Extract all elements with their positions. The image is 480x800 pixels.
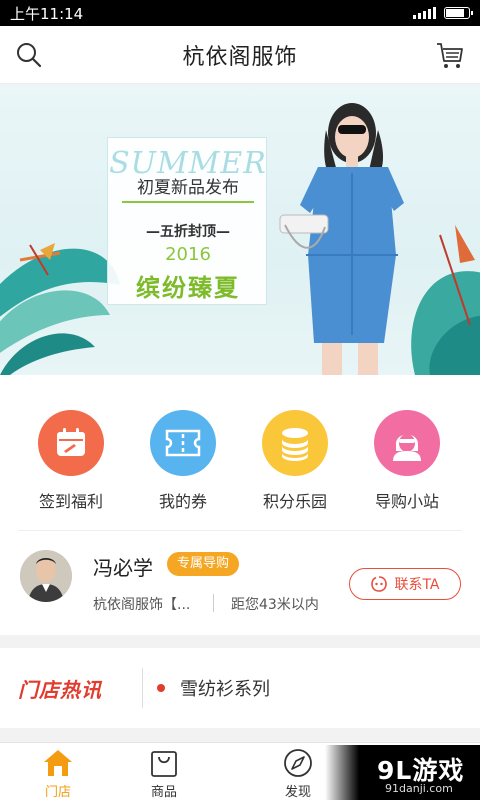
quick-menu-label: 积分乐园 [262, 492, 327, 511]
quick-menu-label: 导购小站 [374, 492, 439, 511]
bullet-dot [157, 684, 165, 692]
quick-menu-coupons[interactable]: 我的券 [128, 410, 238, 512]
news-headline[interactable]: 雪纺衫系列 [180, 675, 270, 701]
search-icon[interactable] [14, 40, 44, 70]
coin-stack-icon [262, 410, 328, 476]
guide-name: 冯必学 [93, 556, 153, 580]
battery-icon [444, 7, 473, 19]
divider [213, 594, 214, 612]
status-time: 上午11:14 [10, 4, 84, 23]
quick-menu-checkin[interactable]: 签到福利 [16, 410, 126, 512]
contact-label: 联系TA [394, 577, 440, 593]
ticket-icon [150, 410, 216, 476]
battery-level [446, 9, 464, 17]
promo-slogan: 缤纷臻夏 [136, 274, 240, 302]
divider [142, 668, 143, 708]
promo-year: 2016 [165, 244, 211, 265]
guide-store: 杭依阁服饰【... [93, 597, 191, 613]
promo-banner[interactable]: SUMMER 初夏新品发布 —五折封顶— 2016 缤纷臻夏 [0, 85, 480, 375]
quick-menu: 签到福利 我的券 积分乐园 导购小站 [0, 375, 480, 530]
quick-menu-points[interactable]: 积分乐园 [240, 410, 350, 512]
guide-distance: 距您43米以内 [231, 597, 319, 613]
promo-title: 初夏新品发布 [122, 173, 254, 203]
quick-menu-label: 我的券 [158, 492, 207, 511]
guide-badge: 专属导购 [167, 552, 240, 576]
shopping-guide-card: 冯必学 专属导购 杭依阁服饰【... 距您43米以内 联系TA [0, 530, 480, 635]
tab-products[interactable]: 商品 [124, 747, 204, 800]
promo-card: SUMMER 初夏新品发布 —五折封顶— 2016 缤纷臻夏 [107, 137, 267, 305]
promo-subtitle: —五折封顶— [146, 224, 230, 240]
tab-label: 商品 [150, 785, 177, 800]
status-bar: 上午11:14 [0, 0, 480, 26]
signal-icon [413, 7, 436, 19]
shopping-bag-icon [151, 751, 177, 777]
avatar[interactable] [20, 550, 72, 602]
home-icon [44, 750, 72, 776]
compass-icon [284, 749, 312, 777]
quick-menu-label: 签到福利 [38, 492, 103, 511]
tab-label: 门店 [44, 785, 71, 800]
tab-store[interactable]: 门店 [18, 747, 98, 800]
divider [18, 530, 462, 531]
news-logo: 门店热讯 [18, 678, 102, 702]
store-news-bar[interactable]: 门店热讯 雪纺衫系列 [0, 648, 480, 728]
contact-button[interactable]: 联系TA [349, 568, 461, 600]
calendar-icon [38, 410, 104, 476]
watermark: 9L游戏 91danji.com [325, 745, 480, 800]
quick-menu-assistant[interactable]: 导购小站 [352, 410, 462, 512]
page-title: 杭依阁服饰 [182, 44, 298, 70]
shop-assistant-icon [374, 410, 440, 476]
chat-icon [371, 576, 388, 592]
cart-icon[interactable] [434, 39, 466, 71]
watermark-url: 91danji.com [385, 782, 453, 795]
nav-bar: 杭依阁服饰 [0, 26, 480, 84]
